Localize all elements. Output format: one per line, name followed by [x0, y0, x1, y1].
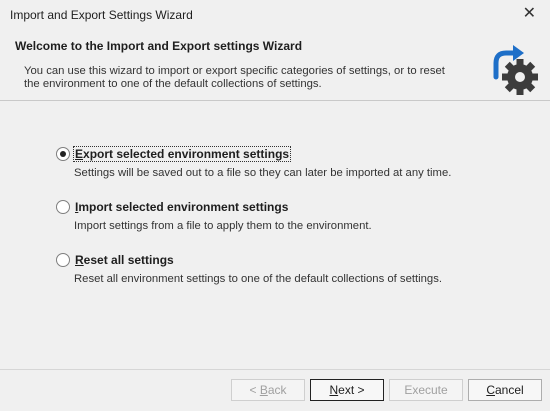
wizard-content: Export selected environment settings Set… — [0, 101, 550, 369]
window-title: Import and Export Settings Wizard — [10, 8, 193, 22]
export-radio[interactable] — [56, 147, 70, 161]
wizard-footer: < Back Next > Execute Cancel — [0, 369, 550, 411]
export-label[interactable]: Export selected environment settings — [72, 146, 292, 162]
reset-radio[interactable] — [56, 253, 70, 267]
title-bar: Import and Export Settings Wizard ✕ — [0, 0, 550, 30]
reset-label[interactable]: Reset all settings — [74, 253, 175, 267]
radio-dot — [60, 151, 66, 157]
wizard-header: Welcome to the Import and Export setting… — [0, 30, 550, 101]
execute-button[interactable]: Execute — [389, 379, 463, 401]
reset-description: Reset all environment settings to one of… — [74, 273, 442, 285]
header-title: Welcome to the Import and Export setting… — [15, 39, 303, 53]
gear-icon — [502, 59, 538, 95]
import-label[interactable]: Import selected environment settings — [74, 200, 289, 214]
header-description: You can use this wizard to import or exp… — [24, 65, 445, 90]
import-description: Import settings from a file to apply the… — [74, 220, 372, 232]
back-button[interactable]: < Back — [231, 379, 305, 401]
close-icon[interactable]: ✕ — [523, 6, 536, 22]
next-button[interactable]: Next > — [310, 379, 384, 401]
export-description: Settings will be saved out to a file so … — [74, 167, 452, 179]
settings-sync-icon — [493, 45, 538, 95]
cancel-button[interactable]: Cancel — [468, 379, 542, 401]
import-radio[interactable] — [56, 200, 70, 214]
